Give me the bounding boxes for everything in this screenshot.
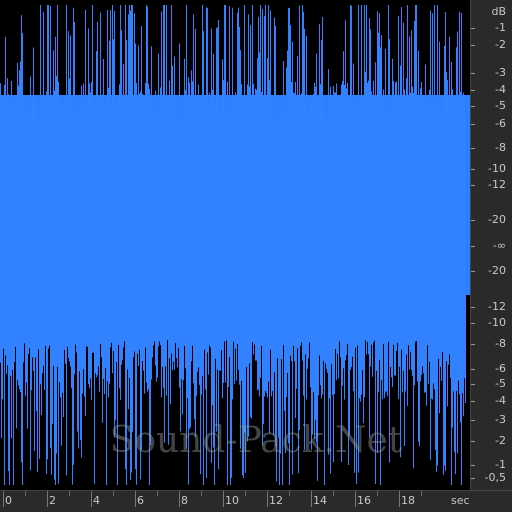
time-unit-label: sec <box>451 494 470 507</box>
db-scale-ruler: dB -1 -2 -3 -4 -5 -6 -8 -10 -12 -20 -∞ -20 -12 -10 -8 -… <box>470 0 512 490</box>
time-tick-label: 16 <box>357 494 371 507</box>
db-tick-label: -∞ <box>492 239 506 252</box>
db-tick-label: -8 <box>495 141 506 154</box>
waveform-editor: dB -1 -2 -3 -4 -5 -6 -8 -10 -12 -20 -∞ -20 -12 -10 -8-… <box>0 0 512 512</box>
db-tick <box>471 220 475 221</box>
time-tick <box>377 491 378 496</box>
time-tick <box>179 491 180 507</box>
db-tick <box>471 307 475 308</box>
db-tick <box>471 478 475 479</box>
db-tick <box>471 465 475 466</box>
time-tick <box>25 491 26 496</box>
time-tick <box>157 491 158 496</box>
db-tick <box>471 124 475 125</box>
time-tick <box>355 491 356 507</box>
time-tick-label: 6 <box>137 494 144 507</box>
time-tick <box>47 491 48 507</box>
db-tick-label: -1 <box>495 458 506 471</box>
db-tick-label: -6 <box>495 117 506 130</box>
db-tick <box>471 169 475 170</box>
db-tick-label: -3 <box>495 66 506 79</box>
time-tick <box>311 491 312 507</box>
time-tick <box>289 491 290 496</box>
db-tick <box>471 384 475 385</box>
db-tick <box>471 73 475 74</box>
db-tick-label: -2 <box>495 38 506 51</box>
time-tick <box>267 491 268 507</box>
db-tick <box>471 401 475 402</box>
db-tick-label: -20 <box>488 264 506 277</box>
time-tick-label: 0 <box>5 494 12 507</box>
db-tick-label: -5 <box>495 377 506 390</box>
time-tick-label: 14 <box>313 494 327 507</box>
db-tick <box>471 323 475 324</box>
db-tick-label: -12 <box>488 300 506 313</box>
db-tick-label: -20 <box>488 213 506 226</box>
db-tick <box>471 106 475 107</box>
time-tick <box>135 491 136 507</box>
db-tick <box>471 246 475 247</box>
db-tick <box>471 28 475 29</box>
db-tick <box>471 369 475 370</box>
time-tick <box>3 491 4 507</box>
db-tick <box>471 420 475 421</box>
time-tick <box>201 491 202 496</box>
time-tick <box>223 491 224 507</box>
db-tick-label: -12 <box>488 178 506 191</box>
waveform-peaks <box>0 5 466 485</box>
time-tick <box>421 491 422 496</box>
db-unit-label: dB <box>491 5 506 18</box>
db-tick-label: -4 <box>495 394 506 407</box>
time-tick <box>333 491 334 496</box>
db-tick <box>471 441 475 442</box>
db-tick-label: -8 <box>495 337 506 350</box>
time-tick-label: 2 <box>49 494 56 507</box>
db-tick <box>471 45 475 46</box>
db-tick-label: -1 <box>495 21 506 34</box>
db-tick-label: -3 <box>495 413 506 426</box>
db-tick-label: -10 <box>488 162 506 175</box>
db-tick <box>471 271 475 272</box>
db-tick-label: -5 <box>495 99 506 112</box>
db-tick-label: -4 <box>495 83 506 96</box>
db-tick-label: -10 <box>488 316 506 329</box>
time-tick <box>245 491 246 496</box>
db-tick <box>471 90 475 91</box>
time-tick <box>113 491 114 496</box>
db-tick <box>471 148 475 149</box>
time-tick <box>91 491 92 507</box>
waveform-display[interactable] <box>0 0 470 490</box>
db-tick-label: -2 <box>495 434 506 447</box>
time-tick-label: 10 <box>225 494 239 507</box>
time-tick-label: 8 <box>181 494 188 507</box>
time-tick-label: 12 <box>269 494 283 507</box>
time-tick <box>399 491 400 507</box>
time-tick <box>69 491 70 496</box>
time-scale-ruler: sec 0 2 4 6 8 10 12 14 16 18 <box>0 490 512 512</box>
time-tick-label: 4 <box>93 494 100 507</box>
db-tick-label: -6 <box>495 362 506 375</box>
time-tick-label: 18 <box>401 494 415 507</box>
db-tick <box>471 344 475 345</box>
db-tick-label: -0,5 <box>484 471 506 484</box>
db-tick <box>471 185 475 186</box>
